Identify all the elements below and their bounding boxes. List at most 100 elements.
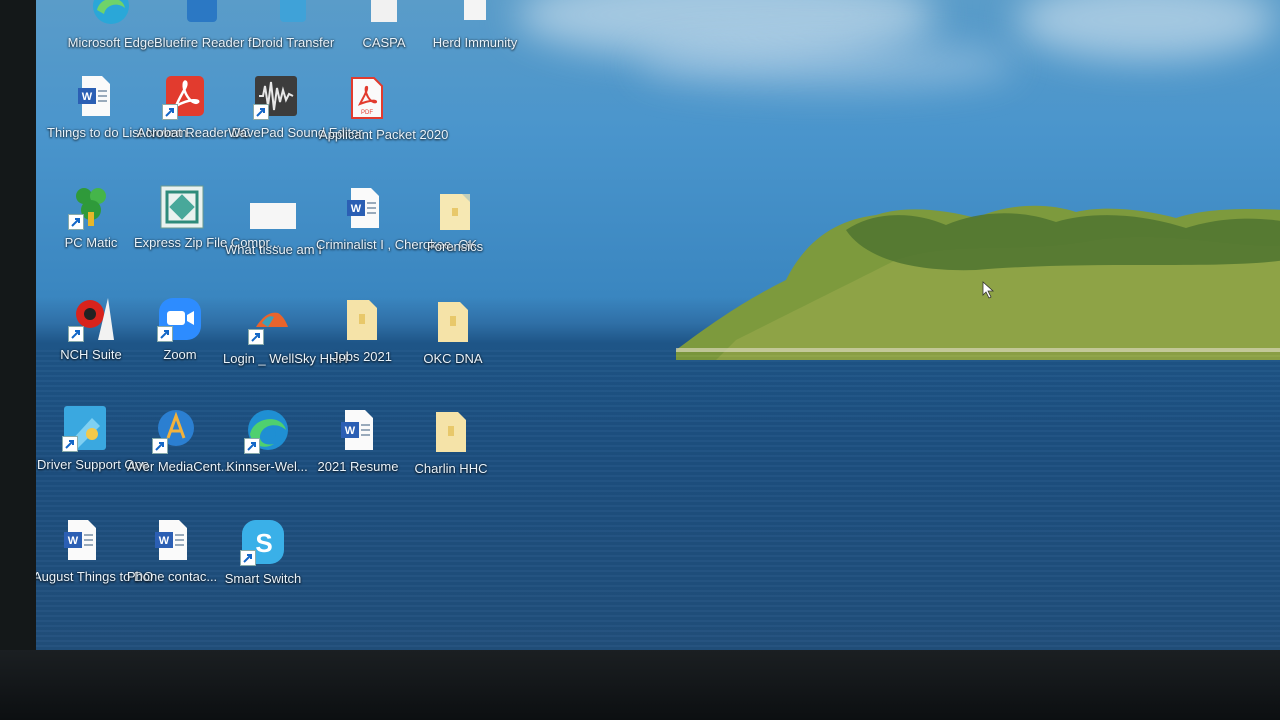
shortcut-arrow-icon — [162, 104, 178, 120]
icon-label: Charlin HHC — [414, 461, 488, 476]
island-wallpaper — [676, 205, 1280, 360]
folder-icon — [428, 408, 474, 456]
icon-label: PC Matic — [64, 235, 118, 250]
icon-label: Things to do List Novem... — [47, 125, 199, 140]
svg-text:S: S — [255, 528, 272, 558]
desktop-icon-okc-dna[interactable]: OKC DNA — [404, 294, 502, 402]
desktop-icon-aver-mediacenter[interactable]: AVer MediaCent... — [126, 402, 232, 510]
desktop-icon-phone-contacts[interactable]: W Phone contac... — [123, 512, 221, 620]
desktop-icon-herd-immunity[interactable]: Herd Immunity — [426, 0, 524, 86]
mouse-cursor-icon — [982, 281, 995, 299]
desktop-icon-what-tissue[interactable]: What tissue am I — [224, 185, 322, 293]
bluefire-icon — [179, 0, 225, 30]
desktop-icon-wavepad[interactable]: WavePad Sound Editor — [227, 68, 363, 176]
folder-icon — [430, 298, 476, 346]
word-document-icon: W — [149, 516, 195, 564]
svg-text:PDF: PDF — [361, 110, 373, 116]
icon-label: Applicant Packet 2020 — [319, 127, 449, 142]
icon-label: 2021 Resume — [317, 459, 399, 474]
icon-label: NCH Suite — [60, 347, 122, 362]
acrobat-icon — [162, 72, 208, 120]
desktop-icon-applicant-packet[interactable]: PDF Applicant Packet 2020 — [318, 70, 449, 178]
shortcut-arrow-icon — [62, 436, 78, 452]
smart-switch-icon: S — [240, 518, 286, 566]
nch-suite-icon — [68, 294, 114, 342]
desktop-icon-charlin-hhc[interactable]: Charlin HHC — [402, 404, 500, 512]
edge-icon — [88, 0, 134, 30]
desktop-icon-driver-support[interactable]: Driver Support One — [36, 400, 149, 508]
cloud — [636, 40, 1016, 90]
icon-label: Kinnser-Wel... — [226, 459, 308, 474]
svg-text:W: W — [68, 535, 79, 547]
driver-support-icon — [62, 404, 108, 452]
document-icon — [452, 0, 498, 30]
shortcut-arrow-icon — [248, 329, 264, 345]
icon-label: Droid Transfer — [251, 35, 335, 50]
desktop-icon-2021-resume[interactable]: W 2021 Resume — [309, 402, 407, 510]
desktop-icon-criminalist[interactable]: W Criminalist I , Cherokee, OK — [315, 180, 478, 288]
icon-label: What tissue am I — [225, 242, 322, 257]
blank-file-icon — [250, 189, 296, 237]
folder-icon — [339, 296, 385, 344]
icon-label: Acrobat Reader DC — [137, 125, 251, 140]
express-zip-icon — [159, 182, 205, 230]
shortcut-arrow-icon — [244, 438, 260, 454]
icon-label: Phone contac... — [126, 569, 218, 584]
desktop-icon-forensics[interactable]: Forensics — [406, 182, 504, 290]
monitor-bezel-bottom — [0, 650, 1280, 720]
caspa-icon — [361, 0, 407, 30]
svg-text:W: W — [82, 91, 93, 103]
desktop-icon-express-zip[interactable]: Express Zip File Compr... — [133, 178, 280, 286]
shortcut-arrow-icon — [68, 326, 84, 342]
pc-matic-icon — [68, 182, 114, 230]
desktop-icon-nch-suite[interactable]: NCH Suite — [42, 290, 140, 398]
zoom-icon — [157, 294, 203, 342]
desktop-icon-grid: Microsoft Edge Bluefire Reader f... Droi… — [36, 0, 556, 660]
word-document-icon: W — [335, 406, 381, 454]
desktop-icon-smart-switch[interactable]: S Smart Switch — [214, 514, 312, 622]
desktop-icon-august-things[interactable]: W August Things to DO — [36, 512, 154, 620]
desktop-screen: Microsoft Edge Bluefire Reader f... Droi… — [36, 0, 1280, 660]
icon-label: Microsoft Edge — [67, 35, 155, 50]
word-document-icon: W — [72, 72, 118, 120]
icon-label: Express Zip File Compr... — [134, 235, 280, 250]
icon-label: WavePad Sound Editor — [228, 125, 363, 140]
shortcut-arrow-icon — [68, 214, 84, 230]
desktop-icon-login-wellsky[interactable]: Login _ WellSky HHH — [222, 293, 348, 401]
desktop-icon-zoom[interactable]: Zoom — [131, 290, 229, 398]
svg-text:W: W — [345, 425, 356, 437]
icon-label: August Things to DO — [36, 569, 154, 584]
pdf-icon: PDF — [344, 74, 390, 122]
shortcut-arrow-icon — [253, 104, 269, 120]
desktop-icon-pc-matic[interactable]: PC Matic — [42, 178, 140, 286]
shortcut-arrow-icon — [240, 550, 256, 566]
cloud — [1016, 0, 1276, 60]
edge-icon — [244, 406, 290, 454]
droid-transfer-icon — [270, 0, 316, 30]
desktop-icon-jobs-2021[interactable]: Jobs 2021 — [313, 292, 411, 400]
word-document-icon: W — [341, 184, 387, 232]
icon-label: AVer MediaCent... — [127, 459, 232, 474]
desktop-icon-things-to-do[interactable]: W Things to do List Novem... — [46, 68, 199, 176]
icon-label: Herd Immunity — [432, 35, 518, 50]
shortcut-arrow-icon — [157, 326, 173, 342]
icon-label: Forensics — [426, 239, 484, 254]
icon-label: Smart Switch — [224, 571, 302, 586]
shortcut-arrow-icon — [152, 438, 168, 454]
wavepad-icon — [253, 72, 299, 120]
icon-label: Jobs 2021 — [332, 349, 392, 364]
svg-text:W: W — [351, 203, 362, 215]
word-document-icon: W — [58, 516, 104, 564]
icon-label: Driver Support One — [37, 457, 149, 472]
svg-text:W: W — [159, 535, 170, 547]
icon-label: Criminalist I , Cherokee, OK — [316, 237, 478, 252]
desktop-icon-kinnser-wel[interactable]: Kinnser-Wel... — [218, 402, 316, 510]
wellsky-icon — [248, 297, 294, 345]
icon-label: Zoom — [163, 347, 197, 362]
folder-icon — [432, 186, 478, 234]
desktop-icon-acrobat-reader[interactable]: Acrobat Reader DC — [136, 68, 251, 176]
aver-icon — [152, 406, 198, 454]
icon-label: CASPA — [362, 35, 406, 50]
icon-label: OKC DNA — [423, 351, 483, 366]
icon-label: Bluefire Reader f... — [154, 35, 263, 50]
